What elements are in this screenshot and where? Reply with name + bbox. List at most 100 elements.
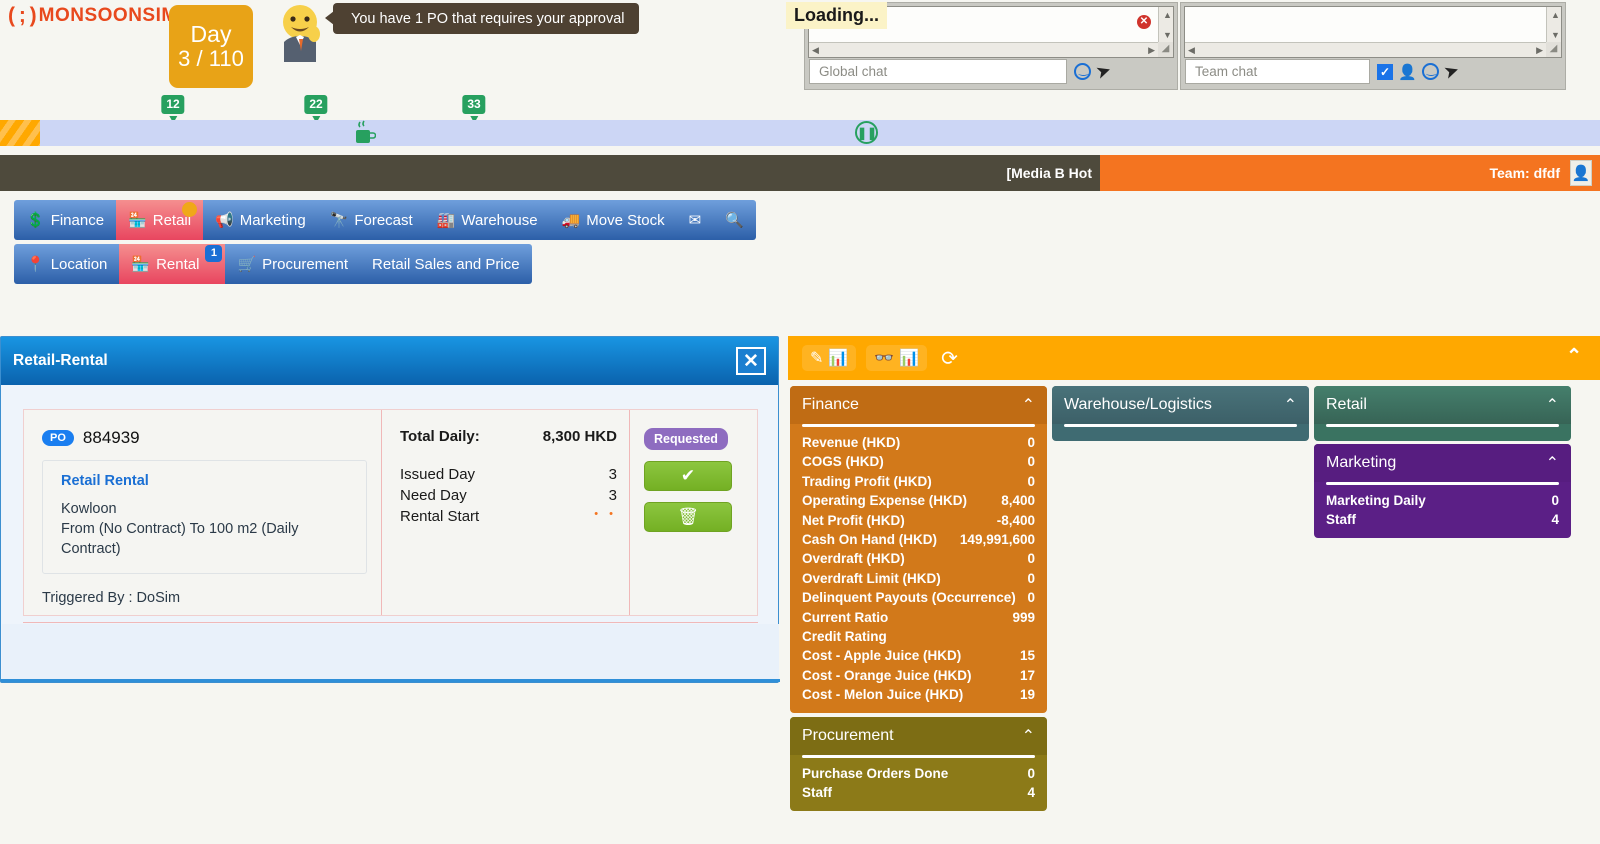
notification-bubble[interactable]: You have 1 PO that requires your approva… [325,3,639,34]
kpi-value: 0 [1027,473,1035,489]
panel-procurement: Procurement ⌃ Purchase Orders Done 0 Staf… [790,717,1047,811]
timeline-track[interactable] [0,120,1600,146]
nav-item-search[interactable]: 🔍 [713,200,756,240]
panel-procurement-header[interactable]: Procurement ⌃ [790,717,1047,755]
kpi-label: Credit Rating [802,629,887,645]
pause-icon[interactable]: ❚❚ [855,121,878,144]
chevron-right-icon[interactable]: ▶ [1148,46,1155,55]
po-badge: PO [42,430,74,446]
refresh-icon[interactable]: ⟳ [941,346,958,371]
chevron-up-icon[interactable]: ▲ [1163,11,1172,20]
po-identifier: PO 884939 [42,428,367,448]
po-triggered-by: Triggered By : DoSim [42,590,181,606]
nav-item-procurement[interactable]: 🛒 Procurement [225,244,360,284]
nav-item-messages[interactable]: ✉ [677,200,714,240]
chevron-left-icon[interactable]: ◀ [812,46,819,55]
panel-warehouse-logistics: Warehouse/Logistics ⌃ [1052,386,1309,441]
day-label: Day [190,21,232,48]
truck-icon: 🚚 [561,212,581,229]
nav-item-forecast[interactable]: 🔭 Forecast [318,200,425,240]
kpi-label: Net Profit (HKD) [802,512,905,528]
glasses-icon: 👓 [874,350,895,367]
binoculars-icon: 🔭 [329,212,349,229]
kpi-row: Overdraft (HKD) 0 [790,549,1047,568]
po-item-title[interactable]: Retail Rental [61,473,352,489]
chevron-up-icon[interactable]: ⌃ [1566,345,1582,368]
resize-handle-icon[interactable]: ◢ [1158,42,1173,57]
close-icon[interactable]: ✕ [736,347,766,375]
timeline-marker[interactable]: 33 [462,95,486,123]
app-logo[interactable]: ( ; ) MONSOONSIM [8,4,178,28]
smiley-icon[interactable] [1074,62,1091,80]
panel-finance-header[interactable]: Finance ⌃ [790,386,1047,424]
panel-finance: Finance ⌃ Revenue (HKD) 0 COGS (HKD) 0 Tra… [790,386,1047,713]
assistant-avatar-icon [272,4,328,62]
global-chat-input[interactable]: Global chat [809,59,1067,84]
warehouse-icon: 🏭 [436,212,456,229]
simulation-timeline: 12 22 33 ❚❚ [0,95,1600,155]
send-icon[interactable]: ➤ [1093,59,1114,84]
kpi-row: Staff 4 [790,783,1047,802]
chevron-up-icon[interactable]: ⌃ [1022,395,1035,415]
issued-day-row: Issued Day 3 [400,466,617,483]
view-chart-button[interactable]: 👓 📊 [866,345,928,371]
media-status: [Media B Hot [1006,165,1092,181]
timeline-marker[interactable]: 22 [304,95,328,123]
kpi-value: 0 [1027,551,1035,567]
chevron-down-icon[interactable]: ▼ [1163,31,1172,40]
chevron-up-icon[interactable]: ⌃ [1546,395,1559,415]
rental-count-badge: 1 [205,245,223,262]
chevron-right-icon[interactable]: ▶ [1536,46,1543,55]
chevron-up-icon[interactable]: ⌃ [1546,453,1559,473]
edit-chart-button[interactable]: ✎ 📊 [802,345,857,371]
global-chat-horizontal-scrollbar[interactable]: ◀ ▶ [809,42,1158,57]
panel-divider [1064,424,1297,427]
nav-item-location[interactable]: 📍 Location [14,244,119,284]
panel-marketing: Marketing ⌃ Marketing Daily 0 Staff 4 [1314,444,1571,538]
delete-button[interactable]: 🗑 [644,502,732,532]
nav-item-move-stock[interactable]: 🚚 Move Stock [550,200,677,240]
nav-item-rental[interactable]: 🏪 Rental 1 [119,244,226,284]
loading-label: Loading... [794,5,879,25]
global-chat-actions: ➤ [1074,59,1114,84]
team-chat-horizontal-scrollbar[interactable]: ◀ ▶ [1185,42,1546,57]
close-icon[interactable]: ✕ [1137,15,1151,29]
application-root: ( ; ) MONSOONSIM Day 3 / 110 You have 1 … [0,0,1600,844]
need-day-value: 3 [608,487,617,504]
panel-retail-header[interactable]: Retail ⌃ [1314,386,1571,424]
chevron-left-icon[interactable]: ◀ [1188,46,1195,55]
kpi-label: Operating Expense (HKD) [802,493,968,509]
chevron-up-icon[interactable]: ⌃ [1022,726,1035,746]
kpi-value: -8,400 [996,512,1035,528]
notification-text: You have 1 PO that requires your approva… [351,10,625,27]
smiley-icon[interactable] [1421,62,1439,80]
nav-item-finance[interactable]: 💲 Finance [14,200,116,240]
nav-item-warehouse[interactable]: 🏭 Warehouse [425,200,550,240]
chevron-up-icon[interactable]: ⌃ [1284,395,1297,415]
panel-procurement-body: Purchase Orders Done 0 Staff 4 [790,764,1047,811]
kpi-row: Cash On Hand (HKD) 149,991,600 [790,530,1047,549]
nav-item-retail-sales-and-price[interactable]: Retail Sales and Price [360,244,532,284]
panel-marketing-header[interactable]: Marketing ⌃ [1314,444,1571,482]
pencil-icon: ✎ [810,350,824,367]
checkbox-checked-icon[interactable]: ✓ [1377,63,1393,80]
approve-button[interactable]: ✔ [644,461,732,491]
resize-handle-icon[interactable]: ◢ [1546,42,1561,57]
issued-day-value: 3 [608,466,617,483]
kpi-row: Net Profit (HKD) -8,400 [790,511,1047,530]
rental-start-value: • • [594,508,617,520]
panel-warehouse-header[interactable]: Warehouse/Logistics ⌃ [1052,386,1309,424]
nav-item-marketing[interactable]: 📢 Marketing [203,200,318,240]
team-chat-input-row: Team chat ✓ 👤 ➤ [1185,59,1561,84]
timeline-marker[interactable]: 12 [161,95,185,123]
send-icon[interactable]: ➤ [1441,59,1462,84]
person-icon[interactable]: 👤 [1398,63,1417,81]
chevron-down-icon[interactable]: ▼ [1551,31,1560,40]
bar-chart-icon: 📊 [899,350,920,367]
team-chat-input[interactable]: Team chat [1185,59,1370,84]
kpi-label: Cost - Apple Juice (HKD) [802,648,962,664]
user-avatar-icon[interactable]: 👤 [1570,160,1592,186]
chevron-up-icon[interactable]: ▲ [1551,11,1560,20]
nav-item-retail[interactable]: 🏪 Retail [116,200,204,240]
team-chat-log[interactable]: ▲ ▼ ◀ ▶ ◢ [1184,6,1562,58]
